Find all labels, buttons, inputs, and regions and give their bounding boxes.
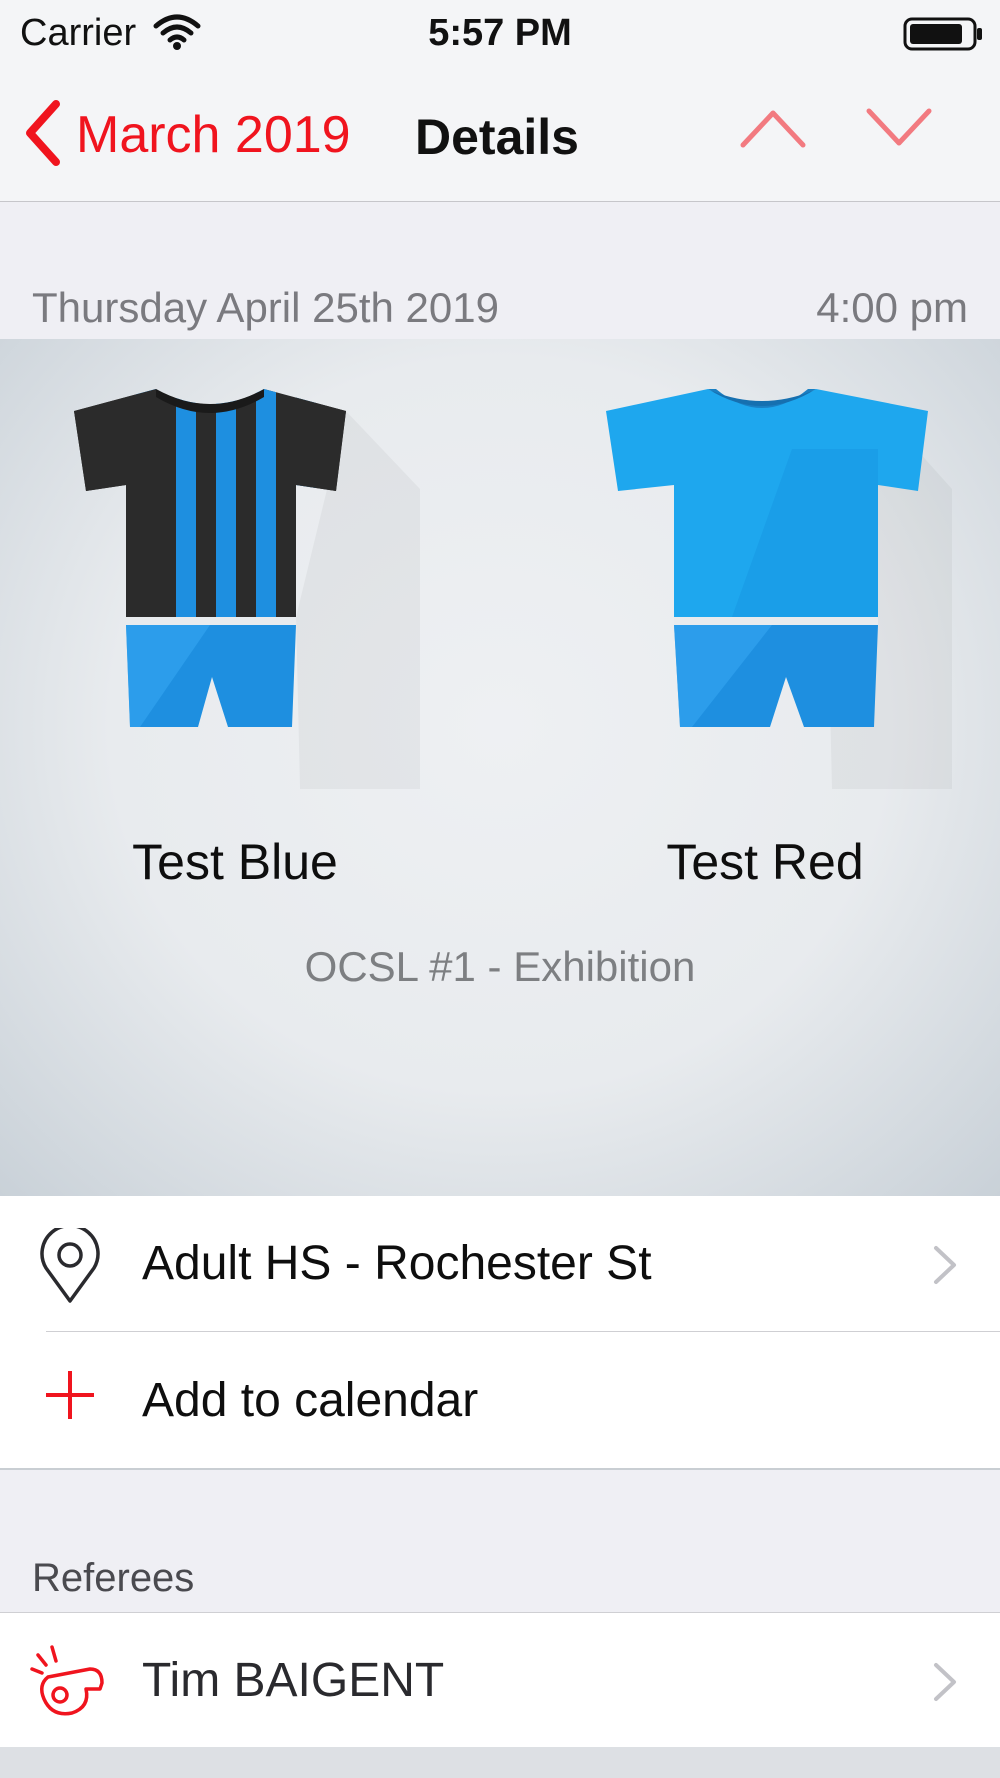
match-actions-list: Adult HS - Rochester St Add to calendar — [0, 1196, 1000, 1470]
navigation-bar: March 2019 Details — [0, 68, 1000, 202]
back-button-label: March 2019 — [76, 106, 351, 164]
back-button[interactable]: March 2019 — [24, 98, 351, 172]
whistle-icon — [30, 1643, 106, 1724]
status-bar: Carrier 5:57 PM — [0, 0, 1000, 68]
home-team-name: Test Blue — [132, 834, 338, 890]
competition-label: OCSL #1 - Exhibition — [304, 943, 696, 990]
home-kit-icon — [60, 389, 420, 794]
chevron-right-icon — [932, 1661, 958, 1708]
chevron-up-icon — [740, 110, 806, 148]
venue-label: Adult HS - Rochester St — [142, 1237, 652, 1290]
chevron-left-icon — [24, 99, 60, 171]
away-kit-icon — [592, 389, 952, 794]
referees-section-header: Referees — [32, 1556, 195, 1600]
location-pin-icon — [36, 1223, 104, 1309]
add-to-calendar-row[interactable]: Add to calendar — [0, 1333, 1000, 1468]
page-title: Details — [415, 109, 579, 165]
add-to-calendar-label: Add to calendar — [142, 1374, 479, 1427]
match-date-row: Thursday April 25th 2019 4:00 pm — [0, 272, 1000, 338]
battery-icon — [903, 16, 985, 57]
away-team-name: Test Red — [666, 834, 864, 890]
referee-row[interactable]: Tim BAIGENT — [0, 1613, 1000, 1748]
status-time: 5:57 PM — [428, 12, 572, 54]
row-divider — [46, 1331, 1000, 1332]
match-card: Test Blue Test Red OCSL #1 - Exhibition — [0, 339, 1000, 1197]
referees-list: Tim BAIGENT — [0, 1612, 1000, 1748]
chevron-down-icon — [866, 108, 932, 146]
venue-row[interactable]: Adult HS - Rochester St — [0, 1196, 1000, 1331]
referee-name: Tim BAIGENT — [142, 1654, 445, 1707]
next-match-button[interactable] — [866, 108, 932, 153]
bottom-strip — [0, 1747, 1000, 1778]
previous-match-button[interactable] — [740, 108, 806, 153]
plus-icon — [42, 1367, 98, 1428]
match-date: Thursday April 25th 2019 — [32, 284, 499, 331]
chevron-right-icon — [932, 1244, 958, 1291]
match-time: 4:00 pm — [816, 284, 968, 331]
